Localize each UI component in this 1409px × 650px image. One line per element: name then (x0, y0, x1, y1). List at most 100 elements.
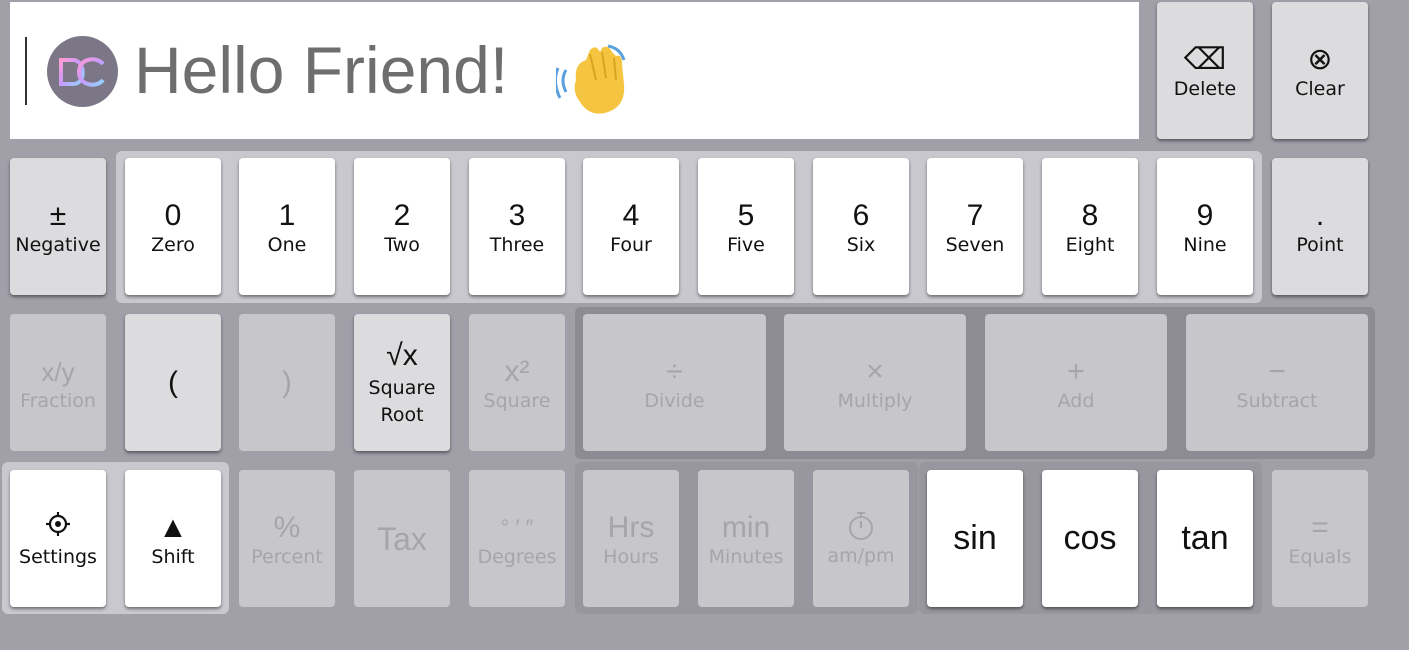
tan-symbol: tan (1181, 518, 1229, 557)
point-symbol: . (1315, 198, 1325, 232)
subtract-button[interactable]: − Subtract (1186, 314, 1368, 451)
degrees-symbol: ° ′ ″ (500, 514, 534, 540)
digit-label: Three (489, 233, 545, 256)
percent-symbol: % (273, 510, 301, 544)
digit-label: Four (610, 233, 652, 256)
delete-label: Delete (1173, 77, 1237, 100)
digit-4-button[interactable]: 4 Four (583, 158, 679, 295)
equals-button[interactable]: = Equals (1272, 470, 1368, 607)
digit-symbol: 1 (278, 198, 296, 232)
add-label: Add (1057, 389, 1095, 412)
shift-arrow-icon: ▲ (158, 510, 188, 544)
ampm-label: am/pm (827, 544, 895, 567)
minutes-label: Minutes (708, 545, 784, 568)
square-root-button[interactable]: √x Square Root (354, 314, 450, 451)
sin-button[interactable]: sin (927, 470, 1023, 607)
minutes-symbol: min (721, 510, 771, 544)
clear-label: Clear (1295, 77, 1345, 100)
settings-button[interactable]: Settings (10, 470, 106, 607)
digit-label: Six (846, 233, 876, 256)
divide-label: Divide (644, 389, 705, 412)
add-symbol: + (1067, 354, 1085, 388)
open-paren-button[interactable]: ( (125, 314, 221, 451)
square-symbol: x² (504, 354, 530, 388)
digit-5-button[interactable]: 5 Five (698, 158, 794, 295)
equals-symbol: = (1311, 510, 1329, 544)
digit-8-button[interactable]: 8 Eight (1042, 158, 1138, 295)
digit-6-button[interactable]: 6 Six (813, 158, 909, 295)
digit-9-button[interactable]: 9 Nine (1157, 158, 1253, 295)
logo-mark-icon (56, 56, 109, 87)
close-paren-symbol: ) (282, 365, 292, 399)
cos-symbol: cos (1063, 518, 1117, 557)
digit-0-button[interactable]: 0 Zero (125, 158, 221, 295)
point-button[interactable]: . Point (1272, 158, 1368, 295)
fraction-button[interactable]: x/y Fraction (10, 314, 106, 451)
negative-symbol: ± (49, 198, 67, 232)
square-root-symbol: √x (386, 338, 418, 372)
digit-symbol: 0 (164, 198, 182, 232)
multiply-symbol: × (866, 354, 884, 388)
digit-label: Eight (1065, 233, 1115, 256)
settings-label: Settings (19, 545, 97, 568)
app-logo (47, 36, 118, 107)
hours-button[interactable]: Hrs Hours (583, 470, 679, 607)
divide-symbol: ÷ (666, 354, 683, 388)
text-caret (25, 37, 27, 105)
negative-label: Negative (15, 233, 101, 256)
percent-button[interactable]: % Percent (239, 470, 335, 607)
shift-label: Shift (151, 545, 195, 568)
open-paren-symbol: ( (168, 365, 178, 399)
digit-symbol: 2 (393, 198, 411, 232)
digit-1-button[interactable]: 1 One (239, 158, 335, 295)
square-button[interactable]: x² Square (469, 314, 565, 451)
square-label: Square (483, 389, 551, 412)
hours-symbol: Hrs (607, 510, 655, 544)
cos-button[interactable]: cos (1042, 470, 1138, 607)
digit-symbol: 4 (622, 198, 640, 232)
subtract-label: Subtract (1236, 389, 1318, 412)
digit-symbol: 8 (1081, 198, 1099, 232)
gear-icon (46, 511, 70, 536)
digit-label: One (267, 233, 307, 256)
tax-button[interactable]: Tax (354, 470, 450, 607)
tan-button[interactable]: tan (1157, 470, 1253, 607)
digit-label: Zero (151, 233, 195, 256)
ampm-button[interactable]: am/pm (813, 470, 909, 607)
greeting-text: Hello Friend! (134, 33, 509, 107)
digit-symbol: 6 (852, 198, 870, 232)
shift-button[interactable]: ▲ Shift (125, 470, 221, 607)
calculator-display[interactable]: Hello Friend! (10, 2, 1139, 139)
digit-symbol: 5 (737, 198, 755, 232)
point-label: Point (1296, 233, 1344, 256)
multiply-label: Multiply (837, 389, 913, 412)
fraction-symbol: x/y (41, 356, 75, 387)
digit-3-button[interactable]: 3 Three (469, 158, 565, 295)
digit-label: Five (727, 233, 765, 256)
waving-hand-icon (556, 44, 626, 114)
delete-button[interactable]: ⌫ Delete (1157, 2, 1253, 139)
add-button[interactable]: + Add (985, 314, 1167, 451)
digit-symbol: 3 (508, 198, 526, 232)
percent-label: Percent (251, 545, 323, 568)
degrees-button[interactable]: ° ′ ″ Degrees (469, 470, 565, 607)
digit-7-button[interactable]: 7 Seven (927, 158, 1023, 295)
stopwatch-icon (849, 511, 873, 540)
digit-2-button[interactable]: 2 Two (354, 158, 450, 295)
digit-label: Seven (945, 233, 1005, 256)
subtract-symbol: − (1268, 354, 1286, 388)
clear-circle-x-icon: ⊗ (1307, 42, 1333, 76)
digit-symbol: 9 (1196, 198, 1214, 232)
sin-symbol: sin (953, 518, 997, 557)
digit-label: Nine (1183, 233, 1227, 256)
multiply-button[interactable]: × Multiply (784, 314, 966, 451)
close-paren-button[interactable]: ) (239, 314, 335, 451)
divide-button[interactable]: ÷ Divide (583, 314, 766, 451)
degrees-label: Degrees (477, 545, 557, 568)
clear-button[interactable]: ⊗ Clear (1272, 2, 1368, 139)
negative-button[interactable]: ± Negative (10, 158, 106, 295)
minutes-button[interactable]: min Minutes (698, 470, 794, 607)
square-root-label: Square Root (368, 376, 436, 426)
digit-label: Two (384, 233, 420, 256)
hours-label: Hours (603, 545, 659, 568)
